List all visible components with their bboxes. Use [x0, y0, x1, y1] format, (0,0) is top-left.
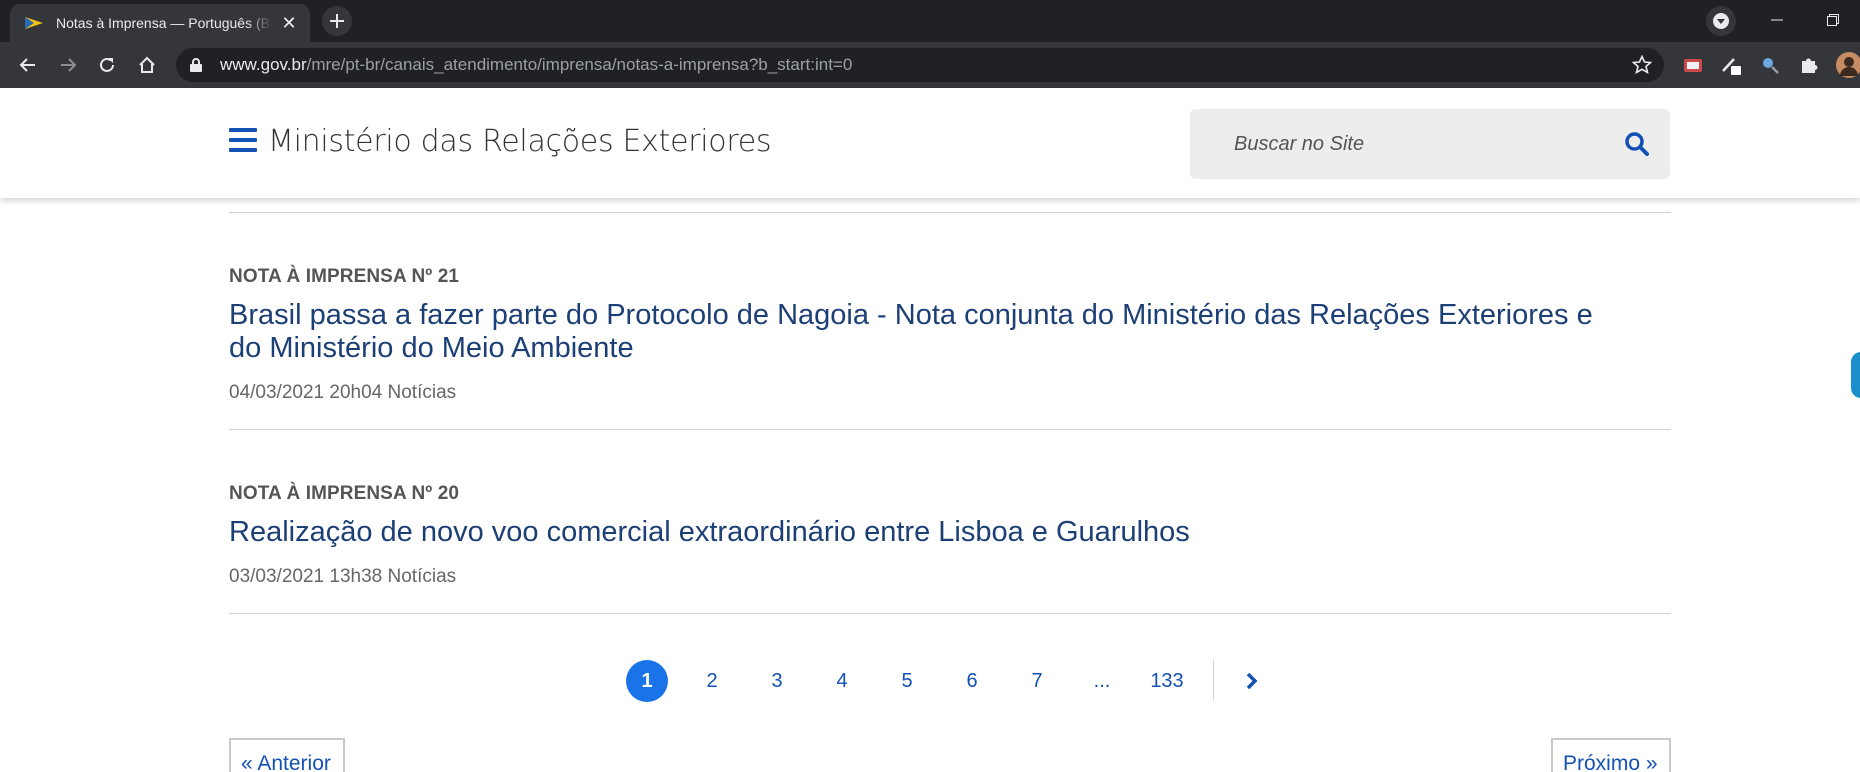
news-meta: 04/03/2021 20h04 Notícias	[229, 382, 456, 404]
home-icon	[139, 56, 155, 73]
browser-tab-bar: Notas à Imprensa — Português (Brasil) ✕	[0, 0, 1860, 42]
news-kicker: NOTA À IMPRENSA Nº 20	[229, 483, 460, 504]
page-link-1[interactable]: 1	[626, 660, 668, 702]
tab-title: Notas à Imprensa — Português (Brasil)	[56, 15, 272, 31]
reload-icon	[100, 57, 114, 72]
page-link-5[interactable]: 5	[886, 660, 928, 702]
news-meta: 03/03/2021 13h38 Notícias	[229, 566, 456, 588]
browser-toolbar: www.gov.br/mre/pt-br/canais_atendimento/…	[0, 42, 1860, 88]
arrow-right-icon	[61, 58, 77, 72]
divider	[229, 613, 1671, 614]
site-header: Ministério das Relações Exteriores	[0, 88, 1860, 198]
gov-favicon-icon	[24, 13, 44, 33]
pagination: 1 2 3 4 5 6 7 ... 133	[0, 660, 1860, 702]
minimize-window-button[interactable]	[1754, 0, 1800, 40]
reload-button[interactable]	[91, 49, 123, 81]
page-link-2[interactable]: 2	[691, 660, 733, 702]
search-input[interactable]	[1190, 109, 1610, 179]
search-box	[1190, 109, 1670, 179]
chevron-down-circle-icon	[1713, 13, 1729, 29]
arrow-left-icon	[19, 58, 35, 72]
extension-search-icon[interactable]	[1757, 52, 1783, 78]
page-link-last[interactable]: 133	[1146, 660, 1188, 702]
home-button[interactable]	[131, 49, 163, 81]
profile-avatar-icon[interactable]	[1836, 52, 1860, 78]
page-link-3[interactable]: 3	[756, 660, 798, 702]
hamburger-menu-icon[interactable]	[229, 128, 257, 154]
minimize-icon	[1771, 19, 1783, 21]
page-ellipsis: ...	[1093, 669, 1111, 692]
browser-tab[interactable]: Notas à Imprensa — Português (Brasil) ✕	[10, 4, 310, 42]
bookmark-star-icon[interactable]	[1631, 54, 1653, 75]
extensions-puzzle-icon[interactable]	[1796, 52, 1822, 78]
plus-icon	[330, 14, 344, 28]
search-icon[interactable]	[1624, 131, 1650, 157]
divider	[229, 429, 1671, 430]
close-tab-icon[interactable]: ✕	[278, 14, 300, 32]
lock-icon	[190, 57, 206, 73]
next-page-button[interactable]: Próximo »	[1551, 738, 1671, 772]
back-button[interactable]	[12, 49, 44, 81]
site-title[interactable]: Ministério das Relações Exteriores	[268, 124, 772, 159]
news-category[interactable]: Notícias	[388, 566, 457, 587]
page-link-7[interactable]: 7	[1016, 660, 1058, 702]
tab-search-button[interactable]	[1706, 6, 1736, 36]
page-link-4[interactable]: 4	[821, 660, 863, 702]
restore-icon	[1827, 14, 1839, 26]
news-kicker: NOTA À IMPRENSA Nº 21	[229, 266, 460, 287]
address-bar[interactable]: www.gov.br/mre/pt-br/canais_atendimento/…	[176, 48, 1664, 82]
extension-pen-icon[interactable]	[1718, 52, 1744, 78]
news-headline-link[interactable]: Brasil passa a fazer parte do Protocolo …	[229, 299, 1629, 365]
chevron-right-icon[interactable]	[1240, 666, 1264, 696]
news-date: 04/03/2021 20h04	[229, 382, 383, 403]
url-host: www.gov.br	[220, 55, 307, 74]
side-widget-handle[interactable]	[1851, 352, 1860, 398]
news-date: 03/03/2021 13h38	[229, 566, 383, 587]
news-headline-link[interactable]: Realização de novo voo comercial extraor…	[229, 516, 1629, 549]
previous-page-button[interactable]: « Anterior	[229, 738, 345, 772]
extension-tabs-icon[interactable]	[1680, 52, 1706, 78]
url-path: /mre/pt-br/canais_atendimento/imprensa/n…	[306, 55, 853, 74]
page-link-6[interactable]: 6	[951, 660, 993, 702]
news-category[interactable]: Notícias	[388, 382, 457, 403]
restore-window-button[interactable]	[1810, 0, 1856, 40]
forward-button[interactable]	[52, 49, 84, 81]
divider	[229, 212, 1671, 213]
pagination-separator	[1213, 660, 1214, 700]
new-tab-button[interactable]	[322, 6, 352, 36]
